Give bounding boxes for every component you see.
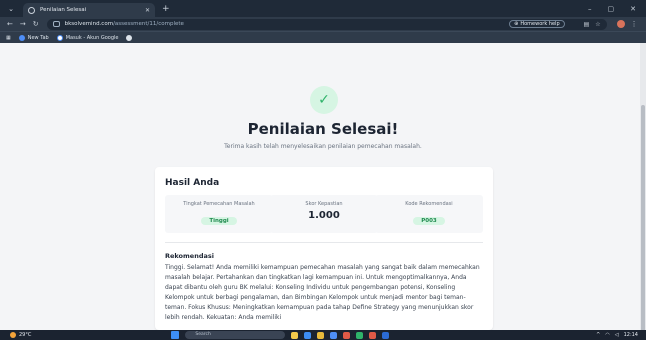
page-subtitle: Terima kasih telah menyelesaikan penilai… <box>224 143 422 150</box>
maximize-icon[interactable]: ▢ <box>608 5 615 13</box>
scrollbar-thumb[interactable] <box>641 105 645 340</box>
new-tab-icon[interactable]: + <box>162 4 170 14</box>
bookmark-favicon-icon <box>126 34 133 41</box>
store-icon[interactable] <box>330 331 338 339</box>
status-badge: Tinggi <box>201 217 237 225</box>
bookmark-new-tab[interactable]: New Tab <box>18 34 49 41</box>
site-info-icon[interactable] <box>52 21 60 27</box>
window-close-icon[interactable]: ✕ <box>630 5 636 13</box>
homework-help-button[interactable]: ⊕ Homework help <box>509 20 565 28</box>
browser-tab-strip: ⌄ Penilaian Selesai ✕ + – ▢ ✕ <box>0 0 646 17</box>
url-input[interactable]: bksolvemind.com/assessment/11/complete ⊕… <box>46 18 607 30</box>
bookmark-extra[interactable] <box>126 34 133 41</box>
divider <box>165 242 483 243</box>
whatsapp-icon[interactable] <box>356 331 364 339</box>
browser-menu-icon[interactable]: ⋮ <box>631 20 638 28</box>
homework-help-label: Homework help <box>520 21 560 27</box>
apps-grid-icon[interactable]: ▦ <box>6 35 11 41</box>
app-icon[interactable] <box>369 331 377 339</box>
stat-problem-solving-level: Tingkat Pemecahan Masalah Tinggi <box>165 195 273 233</box>
code-badge: P003 <box>413 217 445 225</box>
temperature: 29°C <box>19 332 32 338</box>
file-explorer-icon[interactable] <box>291 331 299 339</box>
chrome-icon[interactable] <box>343 331 351 339</box>
favicon-icon <box>28 6 35 14</box>
url-text: bksolvemind.com/assessment/11/complete <box>65 21 184 27</box>
taskbar-apps <box>291 331 390 339</box>
tray-chevron-icon[interactable]: ^ <box>596 332 600 338</box>
stat-label: Skor Kepastian <box>305 201 343 207</box>
recommendation-text: Tinggi. Selamat! Anda memiliki kemampuan… <box>165 264 480 321</box>
taskbar-search-input[interactable]: Search <box>185 331 286 339</box>
google-icon <box>56 34 63 41</box>
folder-icon[interactable] <box>317 331 325 339</box>
minimize-icon[interactable]: – <box>588 5 592 13</box>
new-tab-favicon-icon <box>18 34 25 41</box>
success-check-icon: ✓ <box>310 86 338 114</box>
stat-value: 1.000 <box>308 210 340 221</box>
wifi-icon[interactable]: ◠ <box>605 332 609 338</box>
tab-title: Penilaian Selesai <box>40 7 87 13</box>
url-path: /assessment/11/complete <box>113 21 184 27</box>
stat-certainty-score: Skor Kepastian 1.000 <box>270 195 378 233</box>
stat-label: Kode Rekomendasi <box>405 201 453 207</box>
weather-icon <box>10 332 16 338</box>
address-bar-row: ← → ↻ bksolvemind.com/assessment/11/comp… <box>0 17 646 31</box>
homework-help-icon: ⊕ <box>514 21 519 27</box>
word-icon[interactable] <box>382 331 390 339</box>
page-scrollbar[interactable] <box>640 43 646 340</box>
browser-tab[interactable]: Penilaian Selesai ✕ <box>23 3 155 17</box>
profile-avatar[interactable] <box>616 20 625 28</box>
bookmark-google-account[interactable]: Masuk - Akun Google <box>56 34 119 41</box>
results-heading: Hasil Anda <box>165 178 220 188</box>
weather-widget[interactable]: 29°C <box>10 332 31 338</box>
volume-icon[interactable]: ◁ <box>615 332 619 338</box>
close-icon[interactable]: ✕ <box>145 7 150 14</box>
clock-time[interactable]: 12:14 <box>624 332 638 338</box>
address-bar-icons: ▤ ☆ <box>584 21 601 28</box>
edge-icon[interactable] <box>304 331 312 339</box>
reload-icon[interactable]: ↻ <box>33 20 39 28</box>
bookmarks-bar: ▦ New Tab Masuk - Akun Google <box>0 31 646 43</box>
results-card: Hasil Anda Tingkat Pemecahan Masalah Tin… <box>155 167 493 330</box>
url-host: bksolvemind.com <box>64 21 114 27</box>
taskbar: 29°C Search ^ ◠ ◁ 12:14 <box>0 330 646 340</box>
bookmark-star-icon[interactable]: ☆ <box>595 21 600 28</box>
reading-mode-icon[interactable]: ▤ <box>584 21 590 28</box>
system-tray: ^ ◠ ◁ 12:14 <box>596 332 646 338</box>
stat-recommendation-code: Kode Rekomendasi P003 <box>375 195 483 233</box>
back-icon[interactable]: ← <box>7 20 13 28</box>
recommendation-heading: Rekomendasi <box>165 252 214 260</box>
forward-icon[interactable]: → <box>20 20 26 28</box>
bookmark-label: New Tab <box>27 34 49 41</box>
windows-start-icon[interactable] <box>171 331 180 339</box>
bookmark-label: Masuk - Akun Google <box>65 34 119 41</box>
page-title: Penilaian Selesai! <box>247 120 399 138</box>
window-controls: – ▢ ✕ <box>588 5 646 13</box>
stat-label: Tingkat Pemecahan Masalah <box>183 201 255 207</box>
tab-search-icon[interactable]: ⌄ <box>5 3 17 15</box>
